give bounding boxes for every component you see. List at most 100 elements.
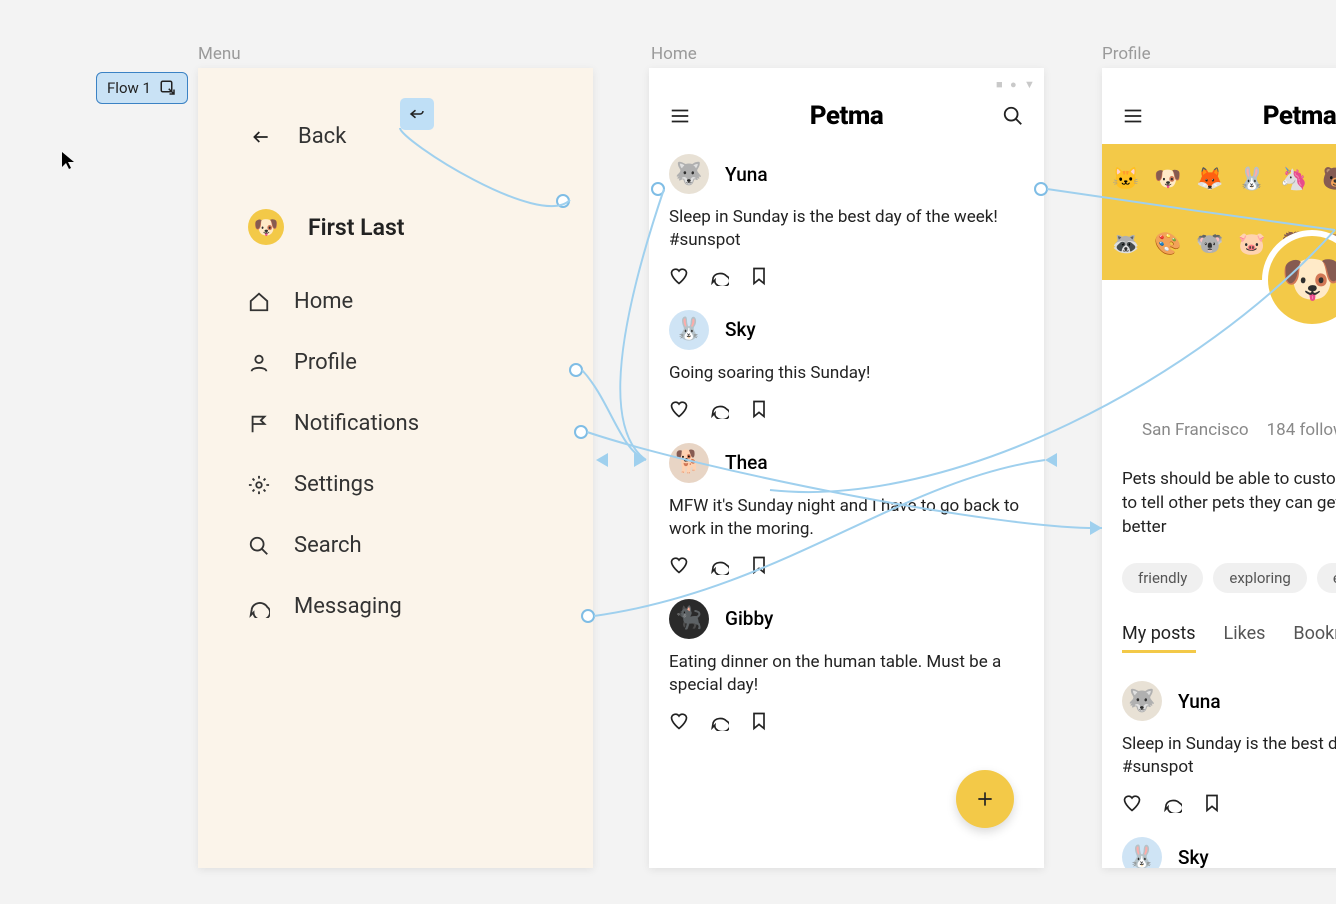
post-author[interactable]: Thea: [725, 451, 768, 474]
avatar: 🐶: [248, 209, 284, 245]
post-body: Sleep in Sunday is the best day of the w…: [1122, 733, 1336, 779]
user-profile-row[interactable]: 🐶 First Last: [248, 209, 557, 245]
frame-menu[interactable]: Back 🐶 First Last Home Profile Notificat…: [198, 68, 593, 868]
bookmark-icon[interactable]: [749, 266, 769, 286]
post-author[interactable]: Gibby: [725, 607, 773, 630]
message-icon: [248, 596, 270, 618]
bookmark-icon[interactable]: [749, 711, 769, 731]
connection-endpoint[interactable]: [1034, 182, 1048, 196]
circle-icon: ●: [1010, 78, 1020, 88]
tag[interactable]: eating: [1317, 563, 1336, 593]
menu-item-profile[interactable]: Profile: [248, 350, 557, 375]
post-author[interactable]: Yuna: [725, 163, 768, 186]
avatar[interactable]: 🐕: [669, 443, 709, 483]
profile-location: San Francisco: [1142, 420, 1249, 440]
tag[interactable]: friendly: [1122, 563, 1203, 593]
post-body: Going soaring this Sunday!: [669, 362, 1024, 385]
minimize-icon: ■: [996, 78, 1006, 88]
profile-name: First Last: [1142, 384, 1336, 414]
connection-endpoint[interactable]: [581, 609, 595, 623]
post: 🐕 Thea MFW it's Sunday night and I have …: [669, 443, 1024, 575]
frame-label-menu[interactable]: Menu: [198, 44, 241, 64]
reply-arrow-icon: [407, 105, 427, 123]
menu-item-settings[interactable]: Settings: [248, 472, 557, 497]
search-icon: [248, 535, 270, 557]
profile-icon: [248, 352, 270, 374]
comment-icon[interactable]: [709, 711, 729, 731]
post-author[interactable]: Yuna: [1178, 690, 1221, 713]
post-body: MFW it's Sunday night and I have to go b…: [669, 495, 1024, 541]
back-action-badge[interactable]: [400, 98, 434, 130]
post-author[interactable]: Sky: [725, 318, 756, 341]
flag-icon: [248, 413, 270, 435]
hamburger-icon[interactable]: [1122, 105, 1144, 127]
home-icon: [248, 291, 270, 313]
comment-icon[interactable]: [709, 555, 729, 575]
comment-icon[interactable]: [1162, 793, 1182, 813]
connection-endpoint[interactable]: [651, 182, 665, 196]
frame-label-profile[interactable]: Profile: [1102, 44, 1151, 64]
search-icon[interactable]: [1002, 105, 1024, 127]
frame-label-home[interactable]: Home: [651, 44, 697, 64]
post-author[interactable]: Sky: [1178, 846, 1209, 868]
post: 🐺 Yuna Sleep in Sunday is the best day o…: [1122, 681, 1336, 813]
avatar[interactable]: 🐺: [1122, 681, 1162, 721]
gear-icon: [248, 474, 270, 496]
hamburger-icon[interactable]: [669, 105, 691, 127]
post: 🐰 Sky Going soaring this Sunday!: [669, 310, 1024, 419]
frame-home[interactable]: ■ ● ▼ Petma 🐺 Yuna Sleep in Sunday is th…: [649, 68, 1044, 868]
heart-icon[interactable]: [669, 555, 689, 575]
profile-bio: Pets should be able to customize descrip…: [1102, 440, 1336, 539]
brand-logo: Petma: [810, 101, 883, 131]
menu-item-search[interactable]: Search: [248, 533, 557, 558]
new-post-fab[interactable]: [956, 770, 1014, 828]
post: 🐰 Sky Going soaring this Sunday!: [1122, 837, 1336, 868]
comment-icon[interactable]: [709, 399, 729, 419]
avatar[interactable]: 🐰: [669, 310, 709, 350]
bookmark-icon[interactable]: [749, 555, 769, 575]
menu-item-label: Profile: [294, 350, 357, 375]
dropdown-icon: ▼: [1024, 78, 1034, 88]
plus-icon: [975, 789, 995, 809]
avatar[interactable]: 🐺: [669, 154, 709, 194]
profile-followers[interactable]: 184 followers: [1267, 420, 1336, 440]
bookmark-icon[interactable]: [1202, 793, 1222, 813]
back-label: Back: [298, 124, 346, 149]
tab-bookmarks[interactable]: Bookmarks: [1293, 623, 1336, 653]
menu-item-home[interactable]: Home: [248, 289, 557, 314]
brand-logo: Petma: [1263, 101, 1336, 131]
heart-icon[interactable]: [669, 266, 689, 286]
window-controls: ■ ● ▼: [996, 78, 1034, 88]
menu-item-label: Settings: [294, 472, 374, 497]
connection-endpoint[interactable]: [569, 363, 583, 377]
post: 🐺 Yuna Sleep in Sunday is the best day o…: [669, 154, 1024, 286]
frame-profile[interactable]: Petma 🐱🐶🦊🐰🦄🐻 🐺🐹🐼🦝🎨🐨 🐷🦁🐵🐶🐸🐯 🐶 First Last …: [1102, 68, 1336, 868]
menu-item-label: Messaging: [294, 594, 402, 619]
flow-start-badge[interactable]: Flow 1: [96, 72, 188, 104]
tab-my-posts[interactable]: My posts: [1122, 623, 1196, 653]
user-name: First Last: [308, 214, 405, 241]
menu-item-notifications[interactable]: Notifications: [248, 411, 557, 436]
bookmark-icon[interactable]: [749, 399, 769, 419]
post-body: Eating dinner on the human table. Must b…: [669, 651, 1024, 697]
menu-item-label: Search: [294, 533, 362, 558]
connection-endpoint[interactable]: [574, 425, 588, 439]
menu-item-messaging[interactable]: Messaging: [248, 594, 557, 619]
connection-endpoint[interactable]: [556, 194, 570, 208]
menu-item-label: Notifications: [294, 411, 419, 436]
arrow-left-icon: [248, 127, 274, 147]
flow-label: Flow 1: [107, 79, 151, 97]
cursor-icon: [62, 152, 76, 170]
heart-icon[interactable]: [669, 399, 689, 419]
heart-icon[interactable]: [1122, 793, 1142, 813]
menu-item-label: Home: [294, 289, 353, 314]
avatar[interactable]: 🐈‍⬛: [669, 599, 709, 639]
play-icon: [159, 79, 177, 97]
comment-icon[interactable]: [709, 266, 729, 286]
tab-likes[interactable]: Likes: [1224, 623, 1266, 653]
heart-icon[interactable]: [669, 711, 689, 731]
post-body: Sleep in Sunday is the best day of the w…: [669, 206, 1024, 252]
post: 🐈‍⬛ Gibby Eating dinner on the human tab…: [669, 599, 1024, 731]
avatar[interactable]: 🐰: [1122, 837, 1162, 868]
tag[interactable]: exploring: [1213, 563, 1306, 593]
